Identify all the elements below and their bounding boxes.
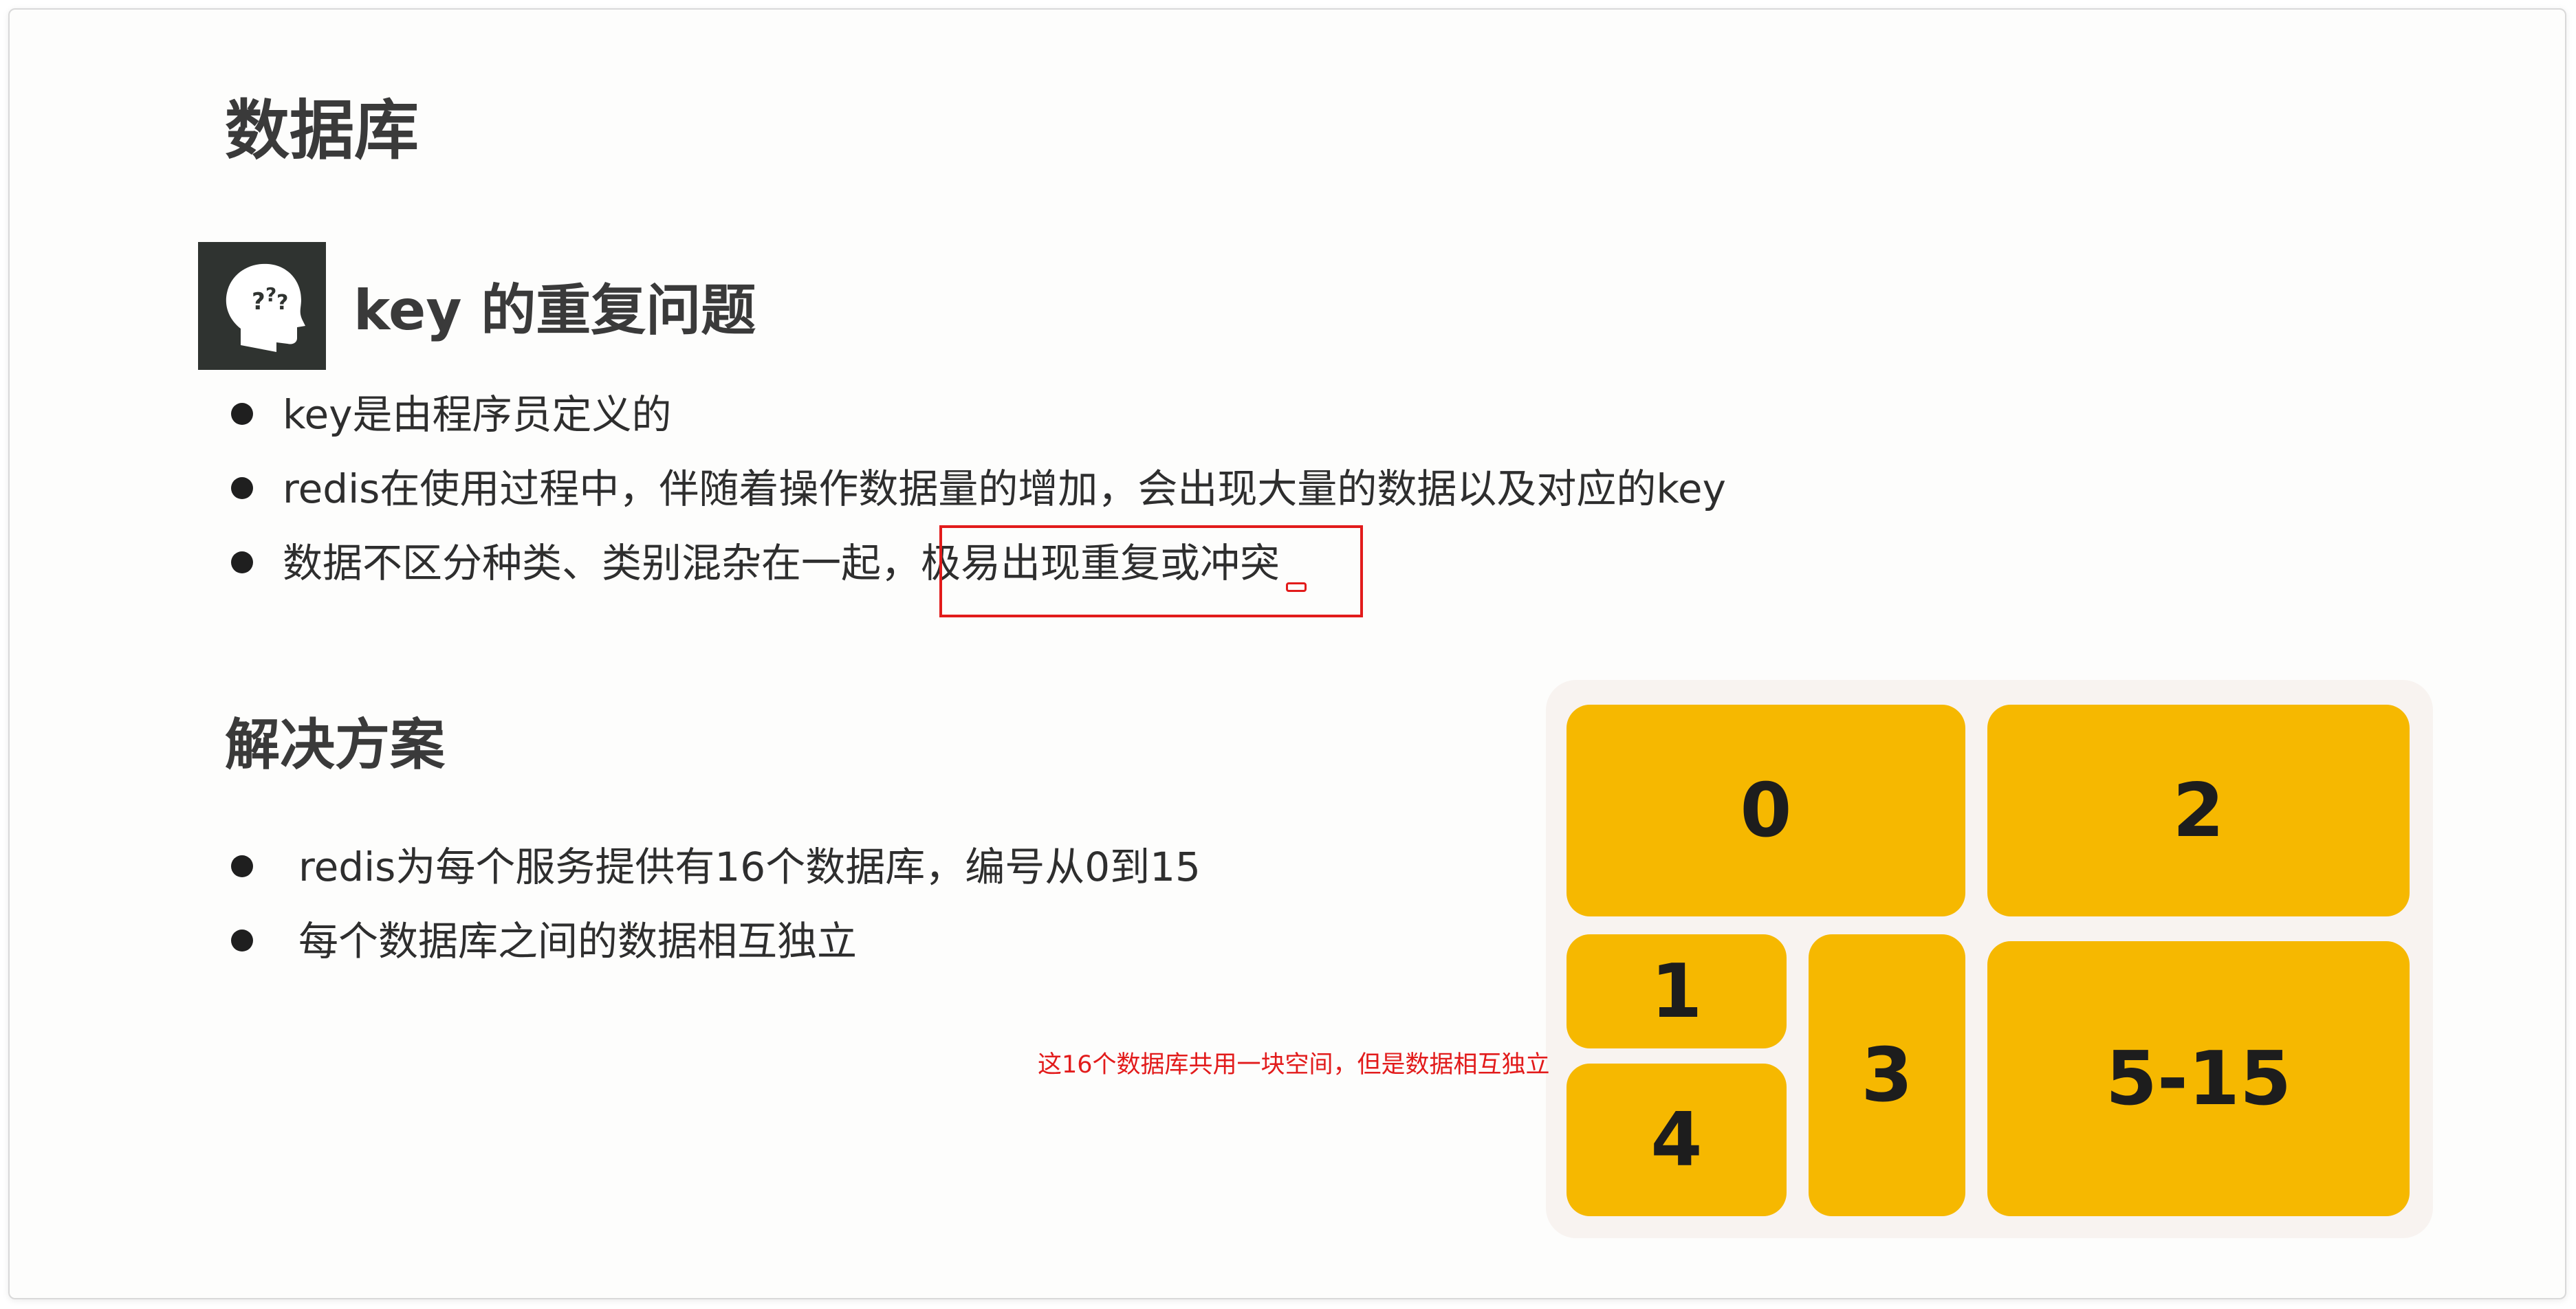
bullet-dot	[231, 477, 253, 499]
database-block-5-15: 5-15	[1987, 941, 2410, 1216]
database-block-3: 3	[1809, 934, 1965, 1216]
bullet-text: redis为每个服务提供有16个数据库，编号从0到15	[298, 844, 1201, 890]
page-title: 数据库	[225, 94, 419, 168]
bullet-dot	[231, 930, 253, 952]
thinking-head-icon: ? ? ?	[198, 242, 326, 370]
slide-frame: 数据库 ? ? ? key 的重复问题 key是由程序员定义的 redis在使用…	[8, 8, 2566, 1299]
bullet-text: redis在使用过程中，伴随着操作数据量的增加，会出现大量的数据以及对应的key	[283, 465, 1726, 512]
annotation-text: 这16个数据库共用一块空间，但是数据相互独立	[1038, 1051, 1550, 1079]
bullet-dot	[231, 403, 253, 425]
cursor-icon	[1286, 582, 1307, 592]
bullet-dot	[231, 551, 253, 573]
svg-text:?: ?	[265, 283, 276, 306]
bullet-text: key是由程序员定义的	[283, 391, 672, 438]
database-block-1: 1	[1567, 934, 1787, 1048]
problem-section-title: key 的重复问题	[353, 278, 756, 342]
database-block-2: 2	[1987, 705, 2410, 916]
database-block-4: 4	[1567, 1064, 1787, 1216]
svg-text:?: ?	[276, 291, 288, 315]
svg-text:?: ?	[252, 288, 265, 316]
database-diagram: 0 2 1 3 5-15 4	[1546, 680, 2433, 1238]
solution-section-title: 解决方案	[225, 713, 445, 777]
bullet-text: 每个数据库之间的数据相互独立	[298, 918, 858, 965]
bullet-dot	[231, 855, 253, 877]
database-block-0: 0	[1567, 705, 1965, 916]
red-highlight-box	[939, 525, 1363, 617]
